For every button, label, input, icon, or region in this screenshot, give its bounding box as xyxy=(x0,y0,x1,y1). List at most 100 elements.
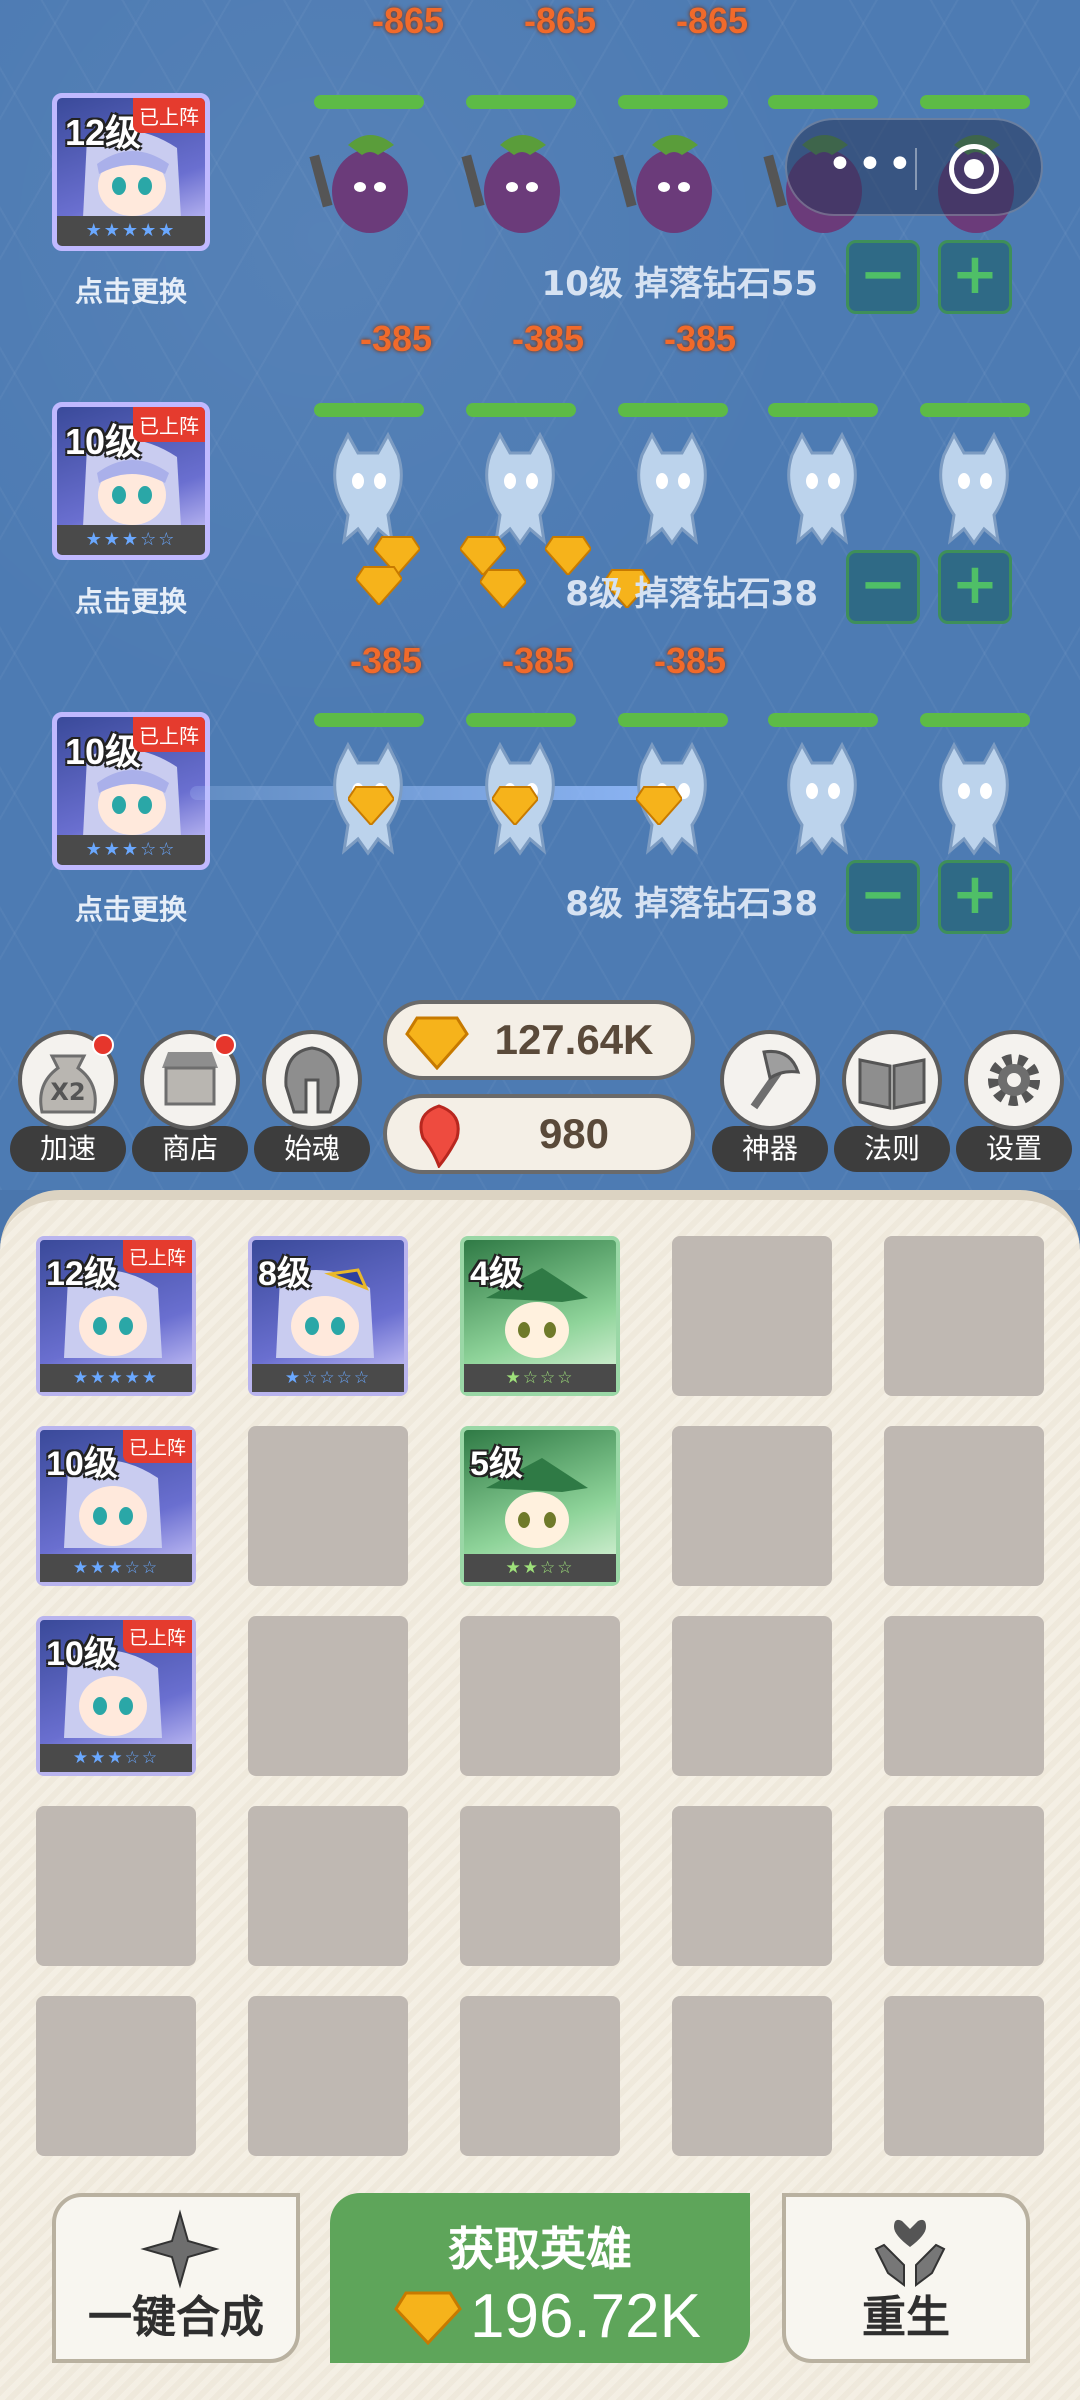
enemy-ghost xyxy=(914,403,1034,553)
diamond-icon xyxy=(405,1016,469,1070)
enemy-ghost xyxy=(762,403,882,553)
hero-level: 10级 xyxy=(46,1635,118,1673)
empty-slot[interactable] xyxy=(884,1426,1044,1586)
empty-slot[interactable] xyxy=(884,1806,1044,1966)
level-down-button[interactable]: − xyxy=(846,240,920,314)
hero-stars: ★☆☆☆☆ xyxy=(252,1364,404,1392)
rules-label: 法则 xyxy=(834,1126,950,1172)
inventory-hero-slot[interactable]: 10级 已上阵 ★★★☆☆ xyxy=(36,1616,196,1776)
diamond-balance: 127.64K xyxy=(383,1000,695,1080)
deployed-badge: 已上阵 xyxy=(133,407,205,442)
speed-label: 加速 xyxy=(10,1126,126,1172)
rules-button[interactable]: 法则 xyxy=(834,1030,950,1172)
rebirth-label: 重生 xyxy=(862,2292,950,2343)
lane-hero-card[interactable]: 10级 已上阵 ★★★☆☆ xyxy=(52,712,210,870)
inventory-hero-slot[interactable]: 5级 ★★☆☆ xyxy=(460,1426,620,1586)
inventory-hero-slot[interactable]: 8级 ★☆☆☆☆ xyxy=(248,1236,408,1396)
drop-info: 10级 掉落钻石55 xyxy=(541,264,818,304)
damage-number: -865 xyxy=(524,0,597,41)
miniprogram-capsule: ••• xyxy=(785,118,1043,216)
enemy-hp-bar xyxy=(618,403,728,417)
hero-stars: ★☆☆☆ xyxy=(464,1364,616,1392)
empty-slot[interactable] xyxy=(248,1426,408,1586)
hero-stars: ★★★★★ xyxy=(57,216,205,246)
rebirth-button[interactable]: 重生 xyxy=(782,2193,1030,2363)
deployed-badge: 已上阵 xyxy=(122,1430,192,1463)
close-target-icon[interactable] xyxy=(949,144,999,194)
hero-level: 12级 xyxy=(46,1255,118,1293)
enemy-hp-bar xyxy=(314,713,424,727)
more-button[interactable]: ••• xyxy=(827,143,917,187)
inventory-hero-slot[interactable]: 12级 已上阵 ★★★★★ xyxy=(36,1236,196,1396)
empty-slot[interactable] xyxy=(36,1806,196,1966)
get-hero-button[interactable]: 获取英雄 196.72K xyxy=(330,2193,750,2363)
empty-slot[interactable] xyxy=(884,1996,1044,2156)
empty-slot[interactable] xyxy=(884,1616,1044,1776)
settings-label: 设置 xyxy=(956,1126,1072,1172)
diamond-icon xyxy=(394,2291,462,2345)
lane-hero-card[interactable]: 10级 已上阵 ★★★☆☆ xyxy=(52,402,210,560)
notification-dot xyxy=(214,1034,236,1056)
hero-level: 10级 xyxy=(46,1445,118,1483)
lane-hero-card[interactable]: 12级 已上阵 ★★★★★ xyxy=(52,93,210,251)
hero-stars: ★★★☆☆ xyxy=(40,1554,192,1582)
empty-slot[interactable] xyxy=(884,1236,1044,1396)
enemy-ghost xyxy=(762,713,882,863)
enemy-hp-bar xyxy=(920,95,1030,109)
speed-up-button[interactable]: X2 加速 xyxy=(10,1030,126,1172)
settings-button[interactable]: 设置 xyxy=(956,1030,1072,1172)
auto-merge-button[interactable]: 一键合成 xyxy=(52,2193,300,2363)
empty-slot[interactable] xyxy=(460,1996,620,2156)
shop-button[interactable]: 商店 xyxy=(132,1030,248,1172)
ghost-icon xyxy=(939,431,1009,546)
hero-stars: ★★★☆☆ xyxy=(40,1744,192,1772)
speed-badge: X2 xyxy=(50,1078,86,1106)
empty-slot[interactable] xyxy=(248,1616,408,1776)
enemy-hp-bar xyxy=(618,95,728,109)
capsule-divider xyxy=(915,148,917,190)
empty-slot[interactable] xyxy=(672,1996,832,2156)
enemy-ghost xyxy=(612,403,732,553)
shop-label: 商店 xyxy=(132,1126,248,1172)
swap-hero-link[interactable]: 点击更换 xyxy=(52,580,210,620)
notification-dot xyxy=(92,1034,114,1056)
swap-hero-link[interactable]: 点击更换 xyxy=(52,888,210,928)
level-up-button[interactable]: + xyxy=(938,550,1012,624)
essence-drop-icon xyxy=(419,1104,460,1168)
inventory-hero-slot[interactable]: 10级 已上阵 ★★★☆☆ xyxy=(36,1426,196,1586)
deployed-badge: 已上阵 xyxy=(122,1620,192,1653)
helmet-icon xyxy=(262,1030,362,1130)
enemy-hp-bar xyxy=(920,403,1030,417)
enemy-eggplant xyxy=(460,95,580,245)
empty-slot[interactable] xyxy=(36,1996,196,2156)
damage-number: -385 xyxy=(502,640,575,681)
hero-level: 10级 xyxy=(65,421,142,462)
diamond-icon xyxy=(480,569,526,608)
empty-slot[interactable] xyxy=(460,1806,620,1966)
swap-hero-link[interactable]: 点击更换 xyxy=(52,270,210,310)
soul-button[interactable]: 始魂 xyxy=(254,1030,370,1172)
empty-slot[interactable] xyxy=(460,1616,620,1776)
shop-icon xyxy=(140,1030,240,1130)
level-down-button[interactable]: − xyxy=(846,550,920,624)
empty-slot[interactable] xyxy=(672,1236,832,1396)
empty-slot[interactable] xyxy=(672,1806,832,1966)
empty-slot[interactable] xyxy=(248,1806,408,1966)
level-up-button[interactable]: + xyxy=(938,860,1012,934)
auto-merge-label: 一键合成 xyxy=(88,2292,264,2343)
ghost-icon xyxy=(939,741,1009,856)
empty-slot[interactable] xyxy=(672,1616,832,1776)
level-down-button[interactable]: − xyxy=(846,860,920,934)
level-up-button[interactable]: + xyxy=(938,240,1012,314)
damage-number: -385 xyxy=(360,318,433,359)
empty-slot[interactable] xyxy=(672,1426,832,1586)
book-icon xyxy=(842,1030,942,1130)
damage-number: -385 xyxy=(512,318,585,359)
artifact-button[interactable]: 神器 xyxy=(712,1030,828,1172)
essence-value: 980 xyxy=(538,1110,610,1157)
enemy-eggplant xyxy=(612,95,732,245)
get-hero-cost: 196.72K xyxy=(470,2282,701,2351)
hero-level: 4级 xyxy=(470,1255,523,1293)
inventory-hero-slot[interactable]: 4级 ★☆☆☆ xyxy=(460,1236,620,1396)
empty-slot[interactable] xyxy=(248,1996,408,2156)
